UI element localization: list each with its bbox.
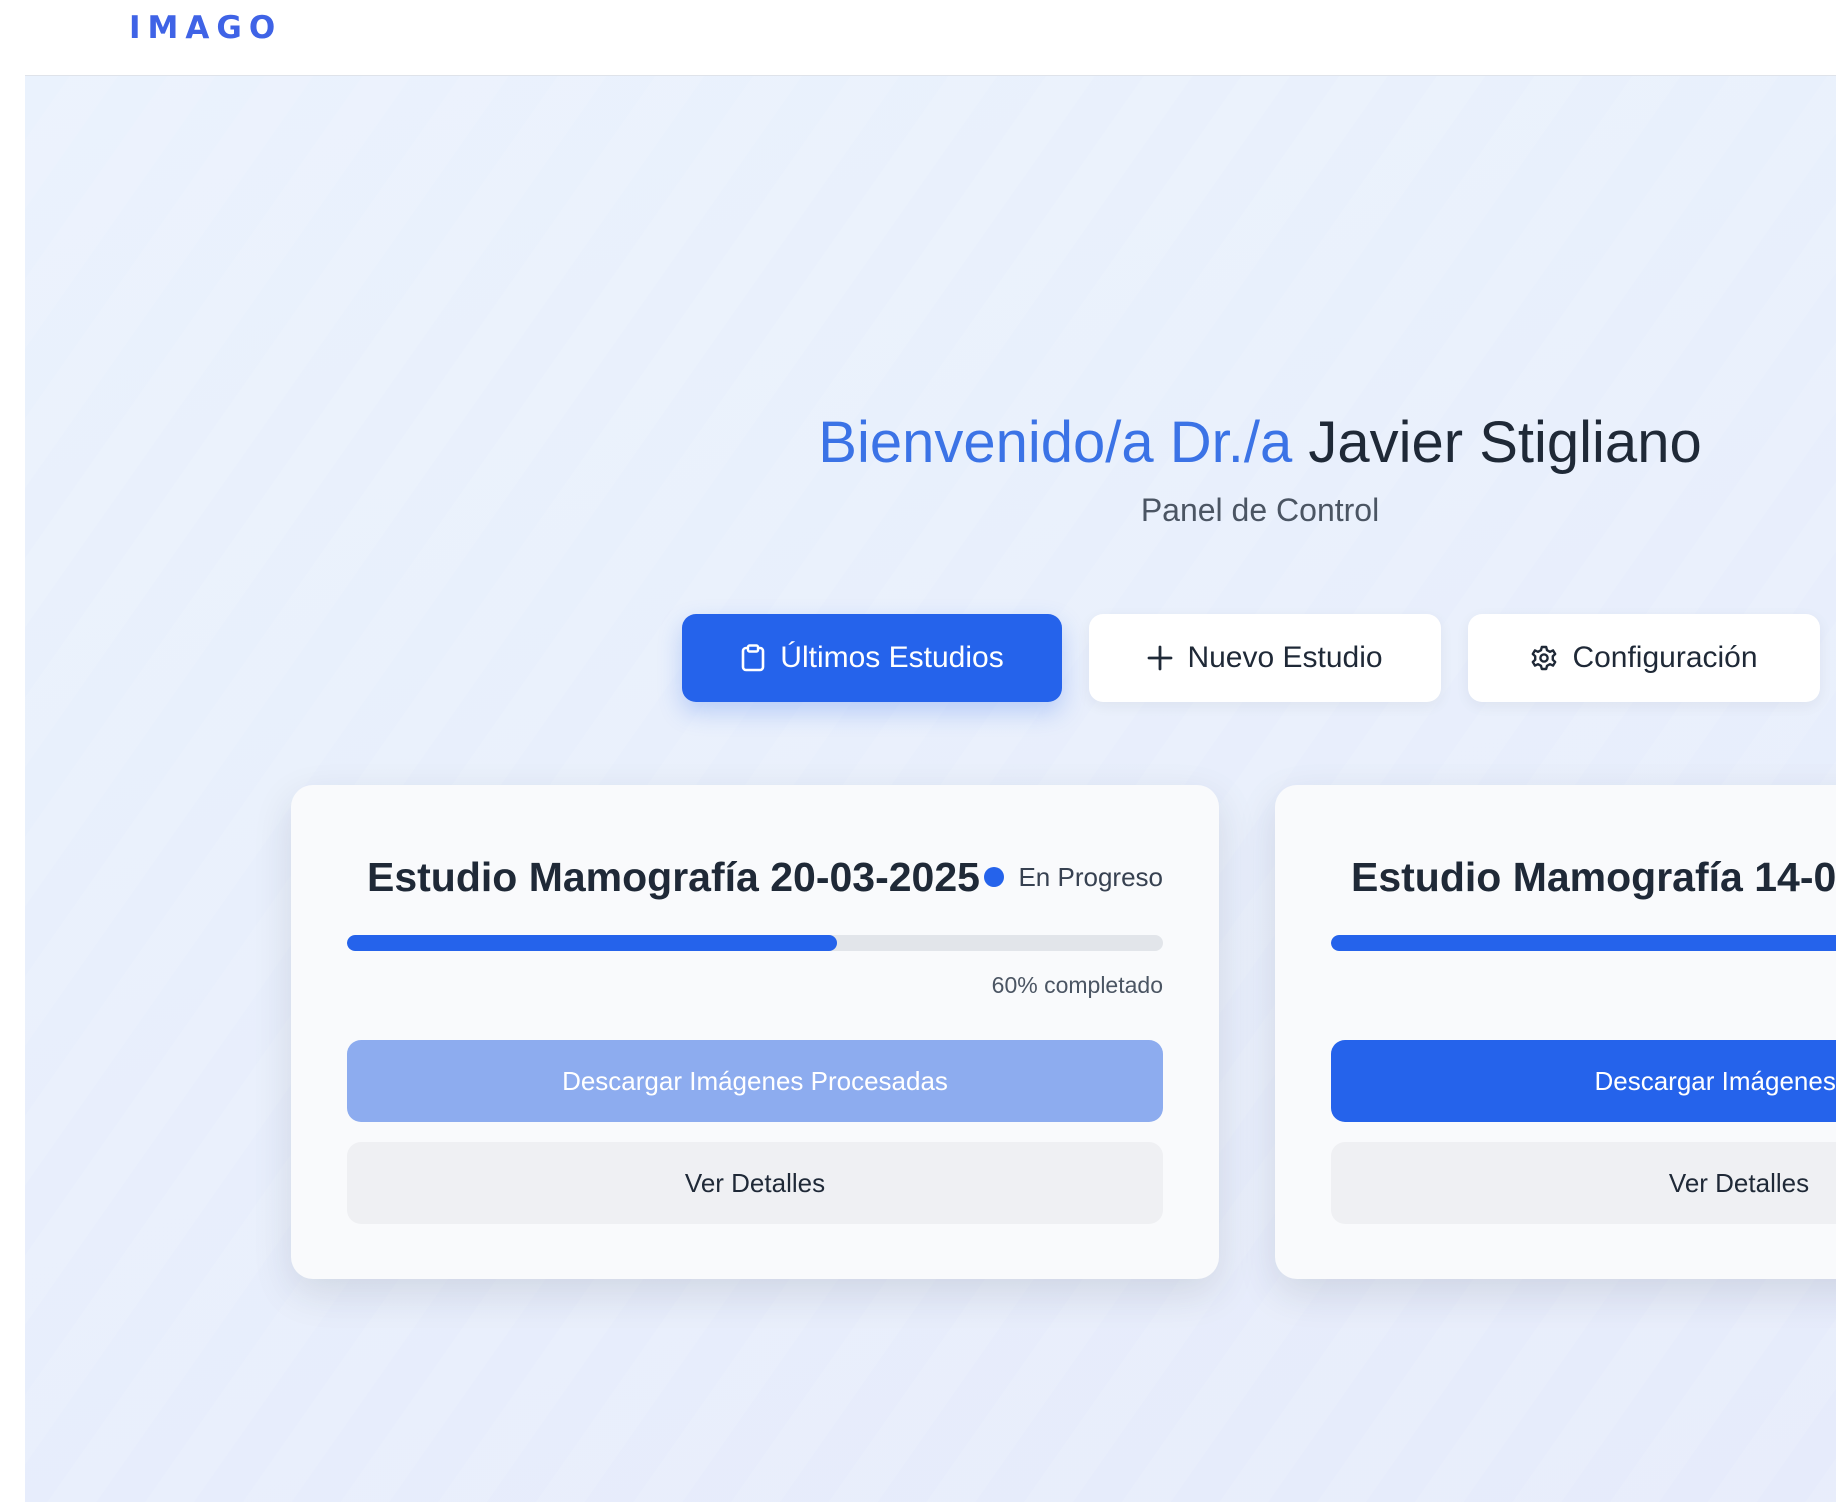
progress-bar xyxy=(347,935,1163,951)
settings-button[interactable]: Configuración xyxy=(1468,614,1820,702)
welcome-heading: Bienvenido/a Dr./a Javier Stigliano xyxy=(25,405,1836,481)
study-title: Estudio Mamografía 20-03-2025 xyxy=(367,854,980,900)
status-badge: En Progreso xyxy=(984,855,1163,899)
progress-label: 60% completado xyxy=(991,972,1163,998)
status-dot-icon xyxy=(984,867,1005,887)
view-details-button[interactable]: Ver Detalles xyxy=(347,1142,1163,1224)
top-navbar xyxy=(25,0,1836,76)
latest-studies-label: Últimos Estudios xyxy=(780,641,1004,674)
clipboard-icon xyxy=(740,644,766,672)
download-images-button[interactable]: Descargar Imágenes Procesadas xyxy=(347,1040,1163,1122)
progress-fill xyxy=(1331,935,1836,951)
study-card: Estudio Mamografía 20-03-2025 En Progres… xyxy=(291,785,1219,1279)
user-name: Javier Stigliano xyxy=(1308,410,1702,475)
view-details-button[interactable]: Ver Detalles xyxy=(1331,1142,1836,1224)
settings-label: Configuración xyxy=(1572,641,1758,674)
welcome-greeting: Bienvenido/a Dr./a xyxy=(818,410,1293,475)
study-title: Estudio Mamografía 14-03 xyxy=(1351,854,1836,900)
study-card: Estudio Mamografía 14-03 Descargar Imáge… xyxy=(1275,785,1836,1279)
plus-icon xyxy=(1147,645,1173,671)
progress-bar xyxy=(1331,935,1836,951)
download-images-button[interactable]: Descargar Imágenes Pro xyxy=(1331,1040,1836,1122)
latest-studies-button[interactable]: Últimos Estudios xyxy=(682,614,1062,702)
new-study-label: Nuevo Estudio xyxy=(1187,641,1383,674)
gear-icon xyxy=(1530,644,1558,672)
new-study-button[interactable]: Nuevo Estudio xyxy=(1089,614,1441,702)
page-subtitle: Panel de Control xyxy=(1140,492,1380,528)
app-logo[interactable]: IMAGO xyxy=(129,10,282,46)
status-label: En Progreso xyxy=(1018,862,1163,892)
page-background: IMAGO Bienvenido/a Dr./a Javier Stiglian… xyxy=(25,0,1836,1502)
progress-fill xyxy=(347,935,837,951)
